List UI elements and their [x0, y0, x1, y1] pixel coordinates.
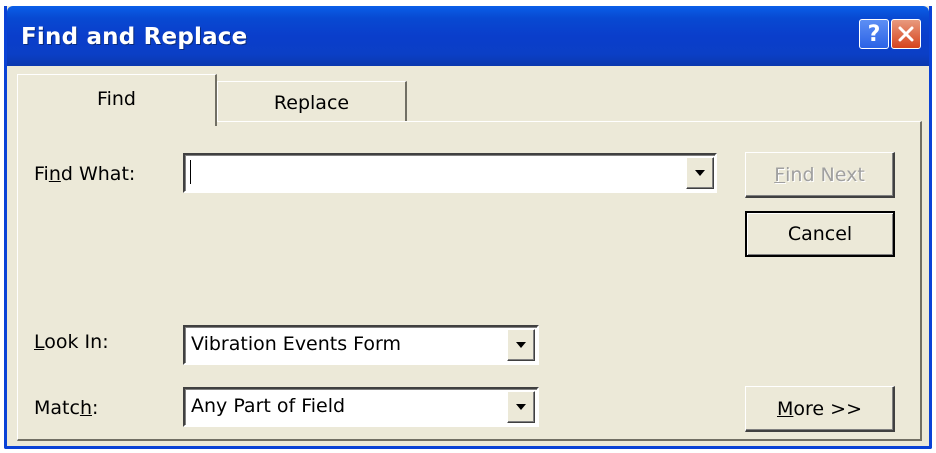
- chevron-down-icon: [516, 404, 526, 410]
- tab-replace-label: Replace: [273, 91, 350, 114]
- help-button[interactable]: ?: [859, 19, 889, 49]
- tab-replace[interactable]: Replace: [217, 81, 407, 121]
- match-label: Match:: [34, 397, 99, 419]
- text-caret: [190, 160, 191, 184]
- close-x-icon: [898, 26, 914, 42]
- find-replace-dialog: Find and Replace ? Find Replace Find Wha…: [4, 6, 932, 449]
- help-icon: ?: [867, 21, 881, 47]
- find-what-combobox[interactable]: [183, 153, 717, 193]
- window-title: Find and Replace: [21, 24, 248, 50]
- dialog-body: Find Replace Find What: Look In: Vibrati…: [7, 66, 929, 449]
- tab-find[interactable]: Find: [17, 74, 217, 126]
- tab-find-label: Find: [97, 87, 136, 110]
- match-combobox[interactable]: Any Part of Field: [183, 387, 539, 427]
- match-dropdown-button[interactable]: [507, 391, 535, 423]
- find-what-dropdown-button[interactable]: [686, 157, 714, 189]
- look-in-dropdown-button[interactable]: [507, 329, 535, 361]
- look-in-value: Vibration Events Form: [191, 333, 402, 355]
- find-what-label: Find What:: [34, 163, 136, 185]
- look-in-combobox[interactable]: Vibration Events Form: [183, 325, 539, 365]
- chevron-down-icon: [516, 342, 526, 348]
- title-bar[interactable]: Find and Replace ?: [7, 6, 929, 66]
- look-in-label: Look In:: [34, 331, 109, 353]
- match-value: Any Part of Field: [191, 395, 346, 417]
- find-next-button[interactable]: Find Next: [745, 152, 895, 198]
- close-button[interactable]: [891, 19, 921, 49]
- more-button[interactable]: More >>: [745, 386, 895, 432]
- cancel-button[interactable]: Cancel: [745, 211, 895, 257]
- chevron-down-icon: [695, 170, 705, 176]
